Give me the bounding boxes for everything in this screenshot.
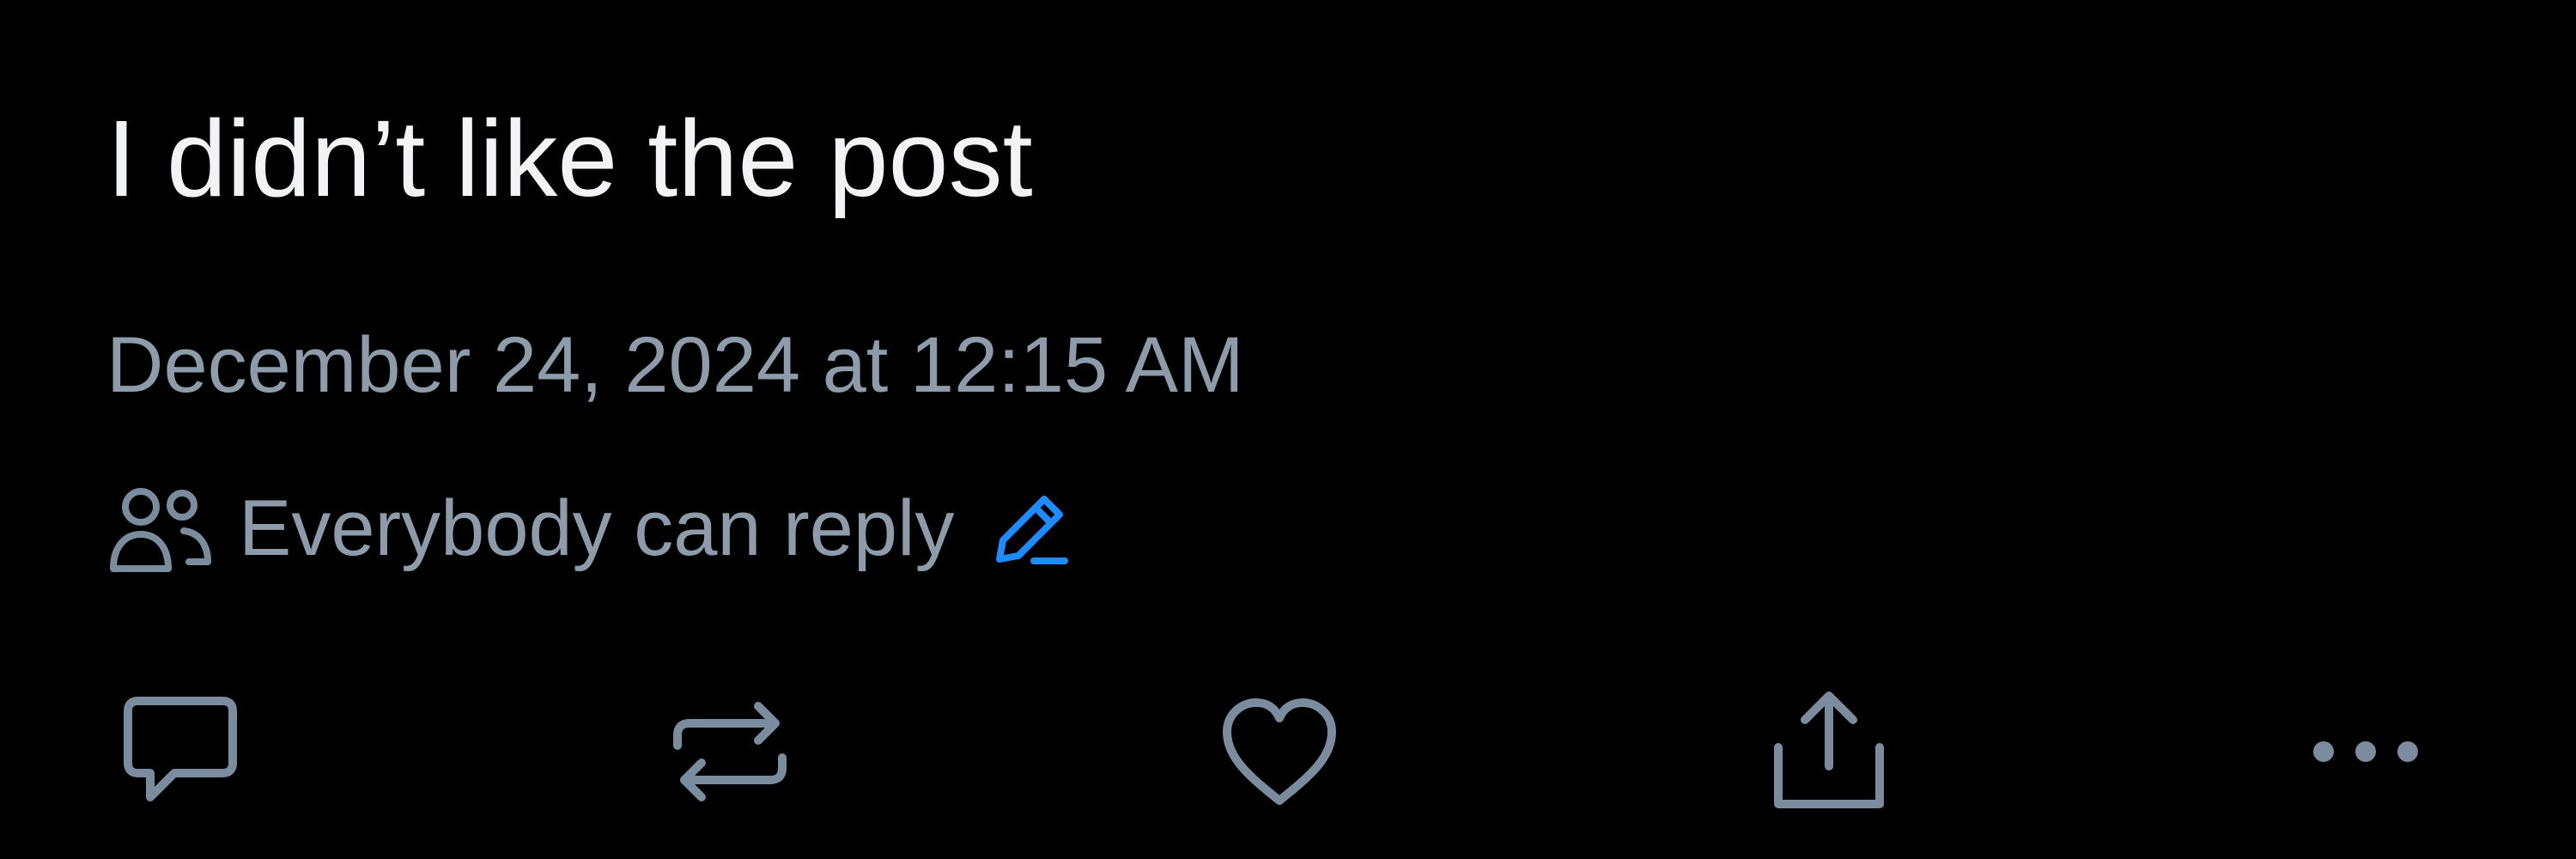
repost-button[interactable] bbox=[657, 679, 803, 825]
ellipsis-icon bbox=[2313, 741, 2418, 762]
repost-arrows-icon bbox=[673, 702, 787, 801]
people-icon bbox=[110, 488, 211, 572]
like-button[interactable] bbox=[1206, 679, 1352, 825]
post-text: I didn’t like the post bbox=[106, 98, 1033, 219]
share-upload-icon bbox=[1774, 691, 1884, 808]
more-options-button[interactable] bbox=[2293, 679, 2439, 825]
pencil-edit-icon[interactable] bbox=[989, 487, 1072, 570]
post-timestamp: December 24, 2024 at 12:15 AM bbox=[106, 321, 1244, 409]
action-bar bbox=[0, 679, 2576, 825]
reply-settings[interactable]: Everybody can reply bbox=[106, 477, 1072, 580]
post-detail: I didn’t like the post December 24, 2024… bbox=[0, 0, 2576, 859]
share-button[interactable] bbox=[1756, 679, 1902, 825]
speech-bubble-icon bbox=[124, 697, 237, 801]
reply-button[interactable] bbox=[107, 679, 253, 825]
heart-icon bbox=[1223, 698, 1336, 805]
reply-settings-label: Everybody can reply bbox=[239, 484, 955, 572]
